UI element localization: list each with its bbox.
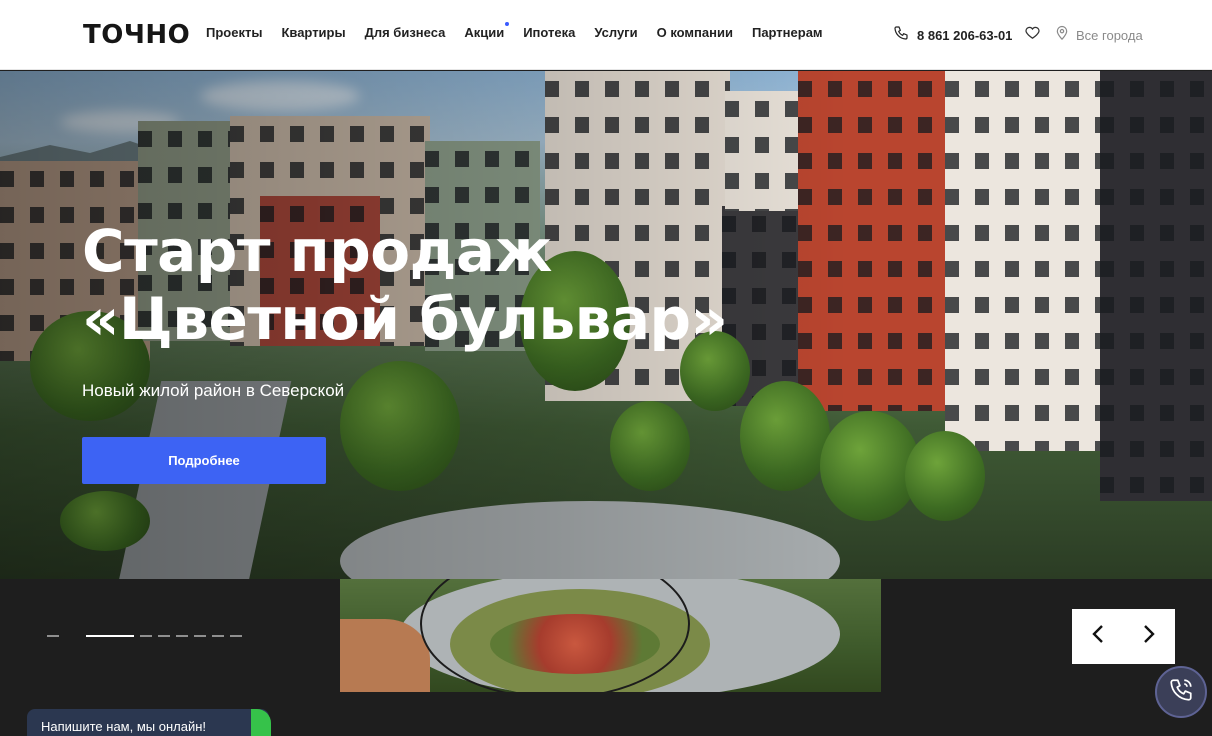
- chevron-left-icon: [1091, 624, 1105, 649]
- slider-dot[interactable]: [230, 635, 242, 637]
- nav-item-promotions[interactable]: Акции: [464, 22, 510, 40]
- phone-call-icon: [1168, 677, 1194, 708]
- nav-label: Проекты: [206, 25, 263, 40]
- city-selector[interactable]: Все города: [1054, 24, 1143, 46]
- nav-label: Для бизнеса: [364, 25, 446, 40]
- slide-preview-image[interactable]: [340, 579, 881, 692]
- hero-banner: Старт продаж «Цветной бульвар» Новый жил…: [0, 71, 1212, 579]
- nav-item-services[interactable]: Услуги: [594, 25, 637, 40]
- online-chat-widget[interactable]: Напишите нам, мы онлайн!: [27, 709, 271, 736]
- slider-controls-band: Напишите нам, мы онлайн!: [0, 579, 1212, 736]
- slider-dot[interactable]: [176, 635, 188, 637]
- slider-arrows: [1072, 609, 1175, 664]
- prev-slide-button[interactable]: [1072, 609, 1124, 664]
- phone-icon: [893, 25, 909, 46]
- online-indicator: [251, 709, 271, 736]
- hero-title-line: Старт продаж: [82, 217, 552, 285]
- nav-item-business[interactable]: Для бизнеса: [365, 25, 446, 40]
- chat-label: Напишите нам, мы онлайн!: [41, 718, 207, 734]
- nav-item-apartments[interactable]: Квартиры: [281, 25, 345, 40]
- slider-dot[interactable]: [140, 635, 152, 637]
- slider-dot[interactable]: [47, 635, 59, 637]
- nav-label: Квартиры: [281, 25, 346, 40]
- slider-dot[interactable]: [158, 635, 170, 637]
- chevron-right-icon: [1142, 624, 1156, 649]
- nav-label: Услуги: [594, 25, 638, 40]
- nav-item-projects[interactable]: Проекты: [206, 25, 262, 40]
- site-header: ТОЧНО Проекты Квартиры Для бизнеса Акции…: [0, 0, 1212, 70]
- phone-link[interactable]: 8 861 206-63-01: [893, 25, 1012, 46]
- heart-icon: [1024, 26, 1041, 45]
- hero-title-line: «Цветной бульвар»: [82, 285, 728, 353]
- main-nav: Проекты Квартиры Для бизнеса Акции Ипоте…: [206, 22, 842, 40]
- nav-item-about[interactable]: О компании: [657, 25, 733, 40]
- slider-pagination: [47, 635, 242, 637]
- next-slide-button[interactable]: [1124, 609, 1176, 664]
- hero-subtitle: Новый жилой район в Северской: [82, 381, 345, 400]
- city-label: Все города: [1076, 27, 1143, 43]
- logo[interactable]: ТОЧНО: [83, 20, 190, 50]
- nav-item-partners[interactable]: Партнерам: [752, 25, 823, 40]
- details-button[interactable]: Подробнее: [82, 437, 326, 484]
- slider-dot[interactable]: [194, 635, 206, 637]
- favorites-button[interactable]: [1024, 24, 1041, 46]
- slider-dot[interactable]: [212, 635, 224, 637]
- nav-label: Акции: [464, 25, 505, 40]
- slider-dot[interactable]: [86, 635, 134, 637]
- phone-number: 8 861 206-63-01: [917, 28, 1013, 43]
- new-badge-dot: [505, 22, 510, 26]
- hero-title: Старт продаж «Цветной бульвар»: [82, 217, 782, 353]
- nav-item-mortgage[interactable]: Ипотека: [523, 25, 575, 40]
- nav-label: Партнерам: [751, 25, 823, 40]
- callback-button[interactable]: [1155, 666, 1207, 718]
- map-pin-icon: [1054, 24, 1070, 46]
- nav-label: О компании: [656, 25, 733, 40]
- nav-label: Ипотека: [523, 25, 576, 40]
